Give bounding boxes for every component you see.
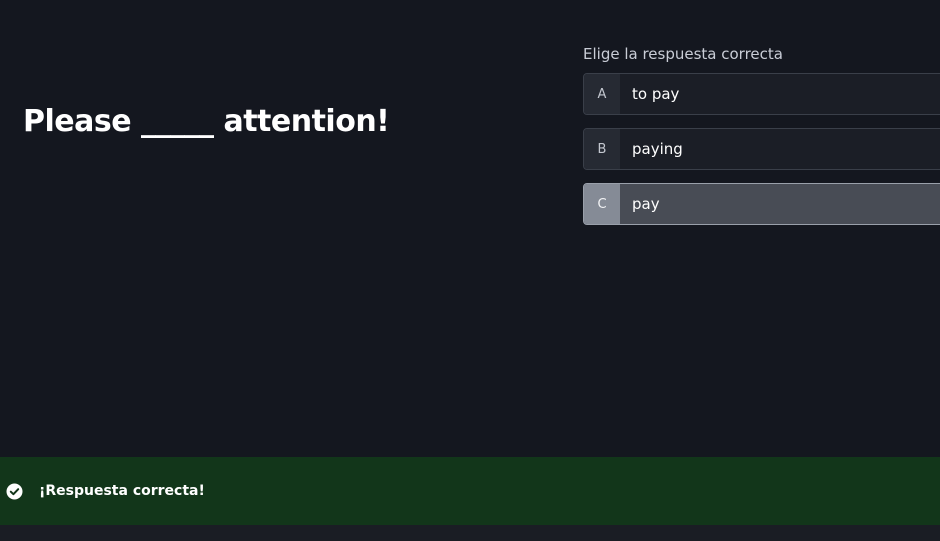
option-key: C (584, 184, 620, 224)
option-label: pay (632, 195, 660, 213)
question-text: Please _____ attention! (23, 104, 390, 139)
option-key: A (584, 74, 620, 114)
bottom-bar (0, 525, 940, 541)
option-label: to pay (632, 85, 680, 103)
option-c[interactable]: C pay (583, 183, 940, 225)
option-key: B (584, 129, 620, 169)
feedback-message: ¡Respuesta correcta! (39, 483, 205, 499)
check-circle-icon (6, 483, 23, 500)
answer-prompt: Elige la respuesta correcta (583, 45, 783, 63)
option-a[interactable]: A to pay (583, 73, 940, 115)
answer-options: A to pay B paying C pay (583, 73, 940, 238)
option-label: paying (632, 140, 683, 158)
feedback-banner: ¡Respuesta correcta! (0, 457, 940, 525)
option-b[interactable]: B paying (583, 128, 940, 170)
exercise-page: Please _____ attention! Elige la respues… (0, 0, 940, 541)
